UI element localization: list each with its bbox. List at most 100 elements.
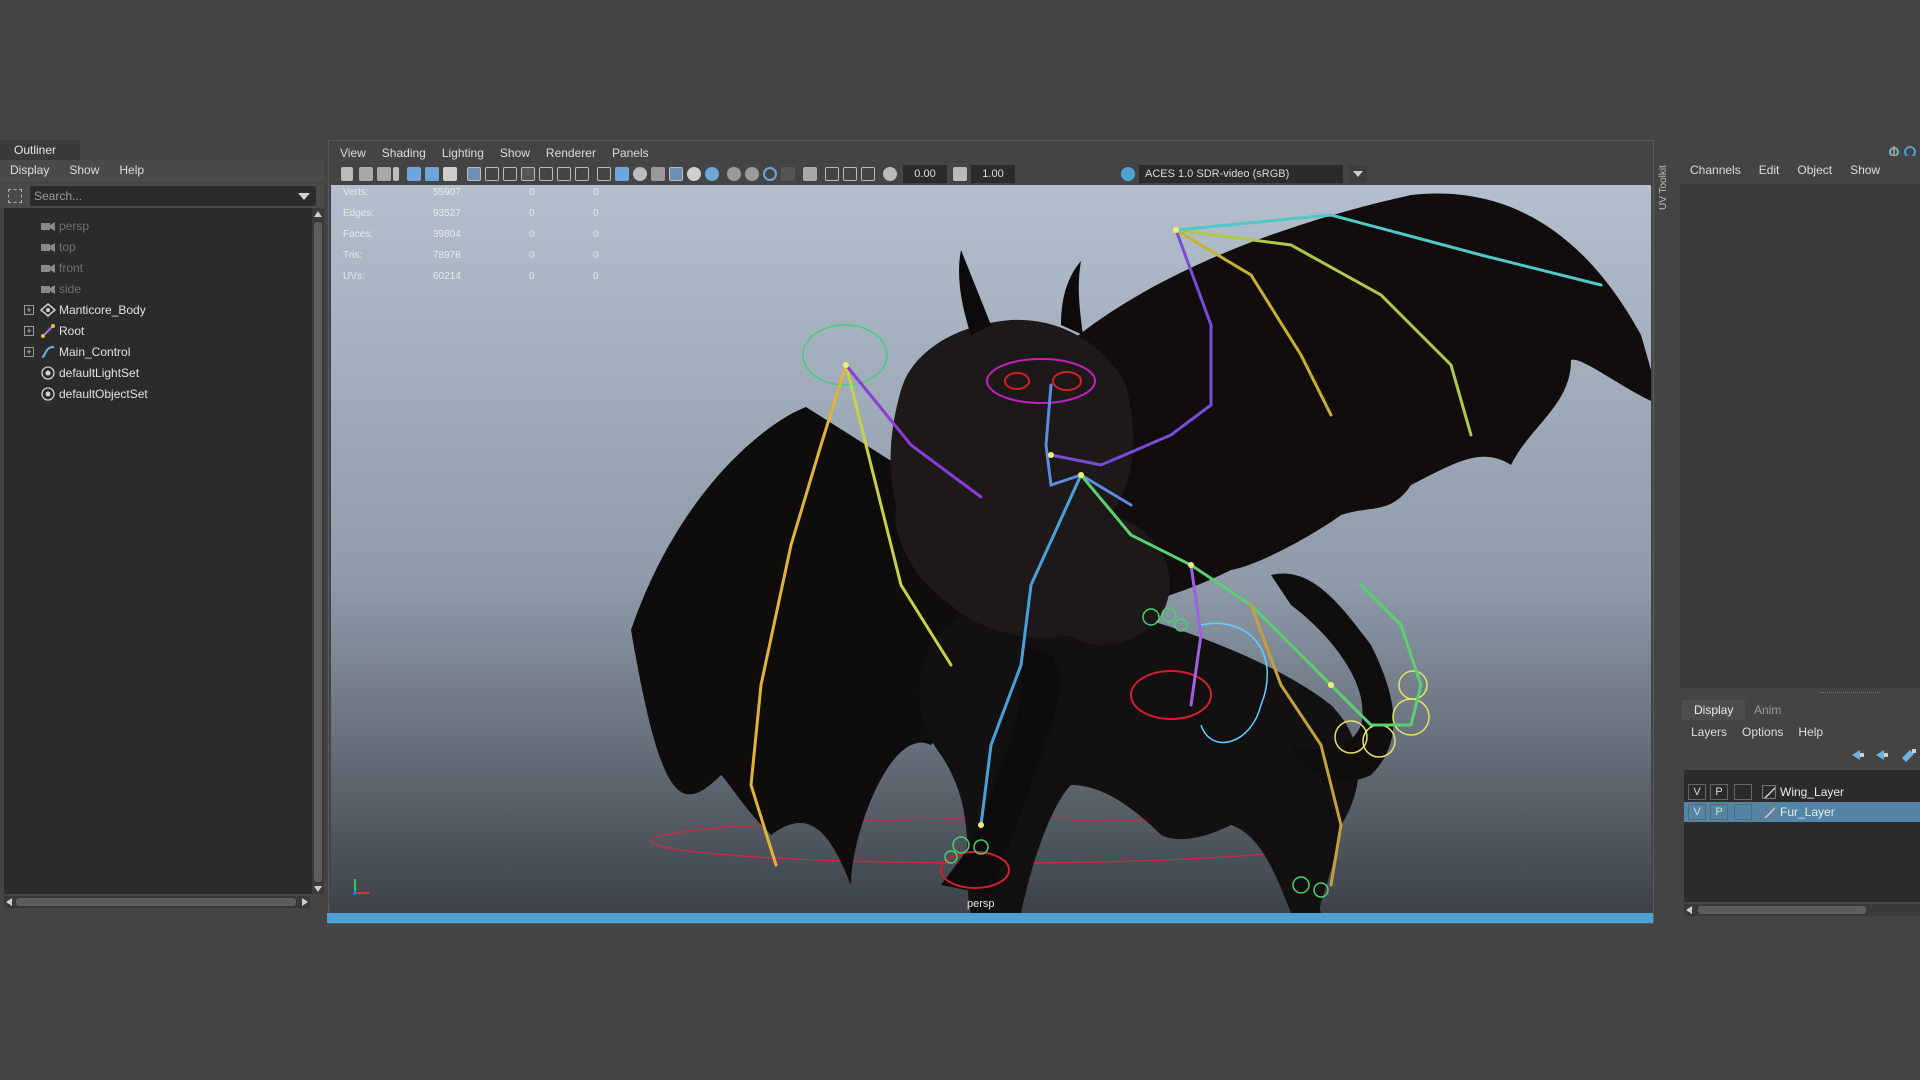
- layer-display-type-toggle[interactable]: [1734, 804, 1752, 820]
- layer-horizontal-scrollbar[interactable]: [1684, 904, 1920, 916]
- layer-menu-layers[interactable]: Layers: [1691, 722, 1727, 742]
- select-camera-icon[interactable]: [341, 167, 353, 181]
- outliner-tab[interactable]: Outliner: [0, 140, 80, 160]
- channel-box-menu-object[interactable]: Object: [1797, 160, 1832, 180]
- outliner-item[interactable]: + Main_Control: [4, 342, 310, 363]
- scroll-thumb[interactable]: [16, 898, 296, 906]
- 2d-pan-zoom-icon[interactable]: [407, 167, 421, 181]
- image-plane-icon[interactable]: [393, 167, 399, 181]
- 3d-scene-view[interactable]: Verts: 55907 0 0 Edges: 93527 0 0 Faces: 39804 0 0 T…: [331, 185, 1651, 913]
- film-gate-icon[interactable]: [485, 167, 499, 181]
- panel-splitter-handle[interactable]: [1820, 692, 1880, 694]
- outliner-item[interactable]: side: [4, 279, 310, 300]
- expand-icon[interactable]: +: [24, 326, 34, 336]
- outliner-menu-display[interactable]: Display: [10, 160, 49, 180]
- expand-icon[interactable]: +: [24, 305, 34, 315]
- viewport-toolbar: 0.00 1.00 ACES 1.0 SDR-video (sRGB): [331, 163, 1651, 185]
- depth-of-field-icon[interactable]: [781, 167, 795, 181]
- screen-space-ao-icon[interactable]: [727, 167, 741, 181]
- outliner-search-input[interactable]: Search...: [30, 186, 316, 206]
- scroll-right-icon[interactable]: [302, 898, 308, 906]
- outliner-item[interactable]: top: [4, 237, 310, 258]
- layer-action-icons[interactable]: [1846, 746, 1920, 764]
- layer-visibility-toggle[interactable]: V: [1688, 804, 1706, 820]
- search-dropdown-icon[interactable]: [298, 193, 310, 200]
- uv-toolkit-tab[interactable]: UV Toolkit: [1656, 140, 1678, 920]
- camera-attributes-icon[interactable]: [359, 167, 373, 181]
- exposure-field[interactable]: 0.00: [903, 165, 947, 183]
- layer-visibility-toggle[interactable]: V: [1688, 784, 1706, 800]
- viewport-menu-show[interactable]: Show: [500, 143, 530, 163]
- textured-icon[interactable]: [669, 167, 683, 181]
- xray-active-icon[interactable]: [843, 167, 857, 181]
- tab-anim[interactable]: Anim: [1742, 700, 1793, 720]
- wireframe-icon[interactable]: [597, 167, 611, 181]
- shadows-icon[interactable]: [705, 167, 719, 181]
- xray-icon[interactable]: [825, 167, 839, 181]
- viewport-menu-panels[interactable]: Panels: [612, 143, 649, 163]
- scroll-left-icon[interactable]: [6, 898, 12, 906]
- wireframe-on-shaded-icon[interactable]: [651, 167, 665, 181]
- bookmark-icon[interactable]: [377, 167, 391, 181]
- color-management-icon[interactable]: [1121, 167, 1135, 181]
- default-material-icon[interactable]: [633, 167, 647, 181]
- outliner-menu-help[interactable]: Help: [119, 160, 144, 180]
- layer-playback-toggle[interactable]: P: [1710, 784, 1728, 800]
- channel-box-menu-edit[interactable]: Edit: [1759, 160, 1780, 180]
- move-layer-up-icon: [1852, 750, 1860, 760]
- outliner-horizontal-scrollbar[interactable]: [4, 896, 310, 908]
- viewport-menu-view[interactable]: View: [340, 143, 366, 163]
- expand-icon[interactable]: +: [24, 347, 34, 357]
- viewport-menu-renderer[interactable]: Renderer: [546, 143, 596, 163]
- isolate-select-icon[interactable]: [803, 167, 817, 181]
- resolution-gate-icon[interactable]: [503, 167, 517, 181]
- safe-action-icon[interactable]: [557, 167, 571, 181]
- anti-aliasing-icon[interactable]: [763, 167, 777, 181]
- motion-blur-icon[interactable]: [745, 167, 759, 181]
- scroll-thumb[interactable]: [314, 222, 322, 882]
- viewport-menu-shading[interactable]: Shading: [382, 143, 426, 163]
- outliner-menu-show[interactable]: Show: [69, 160, 99, 180]
- outliner-item[interactable]: persp: [4, 216, 310, 237]
- layer-menu-options[interactable]: Options: [1742, 722, 1783, 742]
- gamma-icon[interactable]: [953, 167, 967, 181]
- outliner-vertical-scrollbar[interactable]: [312, 208, 324, 894]
- layer-menu-help[interactable]: Help: [1798, 722, 1823, 742]
- xray-joints-icon[interactable]: [861, 167, 875, 181]
- scroll-up-icon[interactable]: [314, 211, 322, 217]
- outliner-item[interactable]: defaultObjectSet: [4, 384, 310, 405]
- field-chart-icon[interactable]: [539, 167, 553, 181]
- outliner-item[interactable]: + Root: [4, 321, 310, 342]
- exposure-icon[interactable]: [883, 167, 897, 181]
- channel-box-body[interactable]: [1680, 184, 1920, 688]
- pencil-icon[interactable]: [443, 167, 457, 181]
- layer-display-type-toggle[interactable]: [1734, 784, 1752, 800]
- viewport-menu-lighting[interactable]: Lighting: [442, 143, 484, 163]
- lighting-icon[interactable]: [687, 167, 701, 181]
- layer-row[interactable]: V P Fur_Layer: [1684, 802, 1920, 822]
- outliner-item[interactable]: defaultLightSet: [4, 363, 310, 384]
- outliner-item[interactable]: front: [4, 258, 310, 279]
- scroll-left-icon[interactable]: [1686, 906, 1692, 914]
- layer-color-swatch-icon[interactable]: [1762, 785, 1776, 799]
- grid-icon[interactable]: [467, 167, 481, 181]
- channel-box-menu-channels[interactable]: Channels: [1690, 160, 1741, 180]
- layer-playback-toggle[interactable]: P: [1710, 804, 1728, 820]
- color-space-dropdown[interactable]: [1349, 165, 1367, 183]
- color-space-select[interactable]: ACES 1.0 SDR-video (sRGB): [1139, 165, 1367, 183]
- select-filter-icon[interactable]: [8, 189, 22, 203]
- layer-color-swatch-icon[interactable]: [1762, 805, 1776, 819]
- grease-pencil-icon[interactable]: [425, 167, 439, 181]
- tab-display[interactable]: Display: [1682, 700, 1746, 720]
- channel-box-panel: Channels Edit Object Show: [1680, 156, 1920, 688]
- channel-box-menu-show[interactable]: Show: [1850, 160, 1880, 180]
- smooth-shade-icon[interactable]: [615, 167, 629, 181]
- outliner-item[interactable]: + Manticore_Body: [4, 300, 310, 321]
- layer-row[interactable]: V P Wing_Layer: [1684, 782, 1920, 802]
- gate-mask-icon[interactable]: [521, 167, 535, 181]
- scene-canvas[interactable]: [331, 185, 1651, 913]
- scroll-thumb[interactable]: [1698, 906, 1866, 914]
- safe-title-icon[interactable]: [575, 167, 589, 181]
- gamma-field[interactable]: 1.00: [971, 165, 1015, 183]
- scroll-down-icon[interactable]: [314, 886, 322, 892]
